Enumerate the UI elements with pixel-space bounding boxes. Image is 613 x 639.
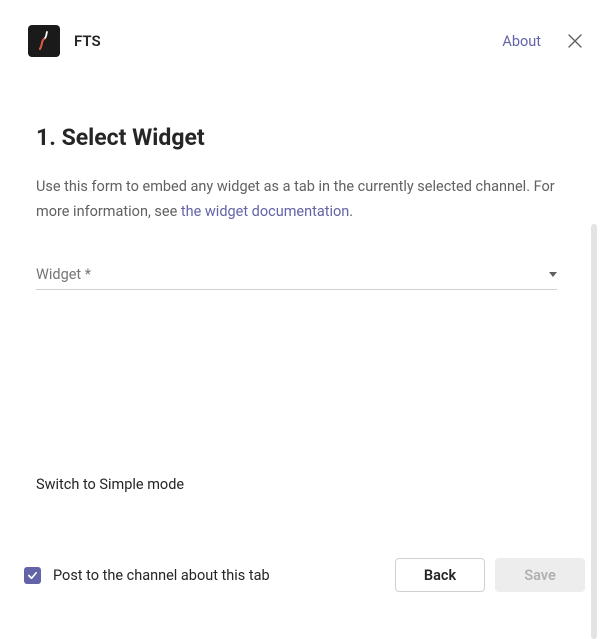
description-text: Use this form to embed any widget as a t…	[36, 175, 576, 224]
widget-select-label: Widget *	[36, 266, 91, 283]
widget-select[interactable]: Widget *	[36, 260, 557, 290]
switch-mode-link[interactable]: Switch to Simple mode	[36, 476, 184, 493]
app-icon	[28, 25, 60, 57]
description-post: .	[349, 203, 353, 220]
post-to-channel-checkbox[interactable]: Post to the channel about this tab	[24, 567, 385, 584]
documentation-link[interactable]: the widget documentation	[181, 203, 349, 220]
checkbox-checked-icon	[24, 567, 41, 584]
dialog-header: FTS About	[0, 0, 613, 60]
app-title: FTS	[74, 32, 502, 50]
checkbox-label: Post to the channel about this tab	[53, 567, 270, 584]
chevron-down-icon	[549, 272, 557, 277]
dialog-footer: Post to the channel about this tab Back …	[0, 558, 613, 592]
main-content: 1. Select Widget Use this form to embed …	[0, 124, 613, 290]
close-icon[interactable]	[565, 31, 585, 51]
save-button: Save	[495, 558, 585, 592]
about-link[interactable]: About	[502, 33, 541, 50]
back-button[interactable]: Back	[395, 558, 485, 592]
page-title: 1. Select Widget	[36, 124, 585, 151]
